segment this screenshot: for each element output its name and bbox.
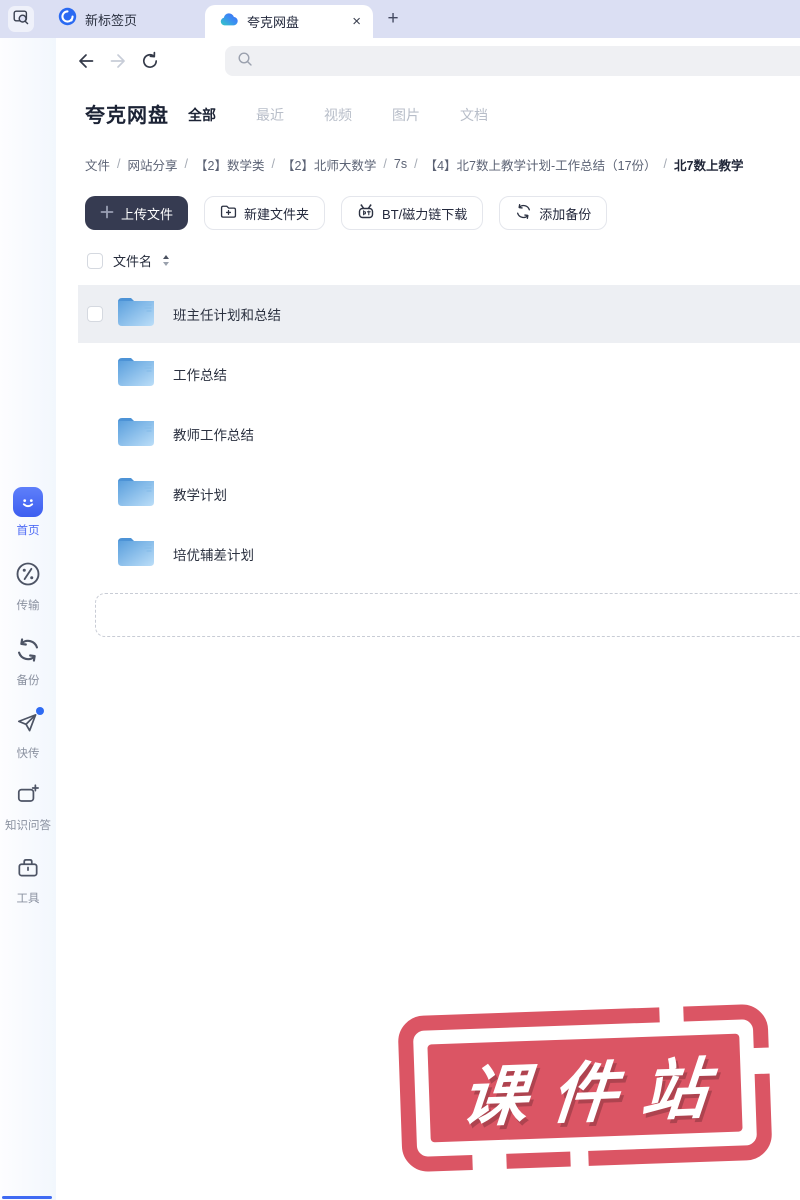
- app-sidebar: 首页 传输 备份 快传 知识问答 工具: [0, 38, 56, 1200]
- knowledge-icon: [15, 782, 41, 812]
- refresh-button[interactable]: [140, 51, 160, 71]
- folder-name: 教师工作总结: [173, 428, 254, 443]
- folder-row[interactable]: 工作总结: [78, 345, 800, 403]
- tab-video[interactable]: 视频: [324, 105, 352, 125]
- sidebar-item-label: 快传: [16, 748, 40, 760]
- folder-icon: [115, 294, 157, 335]
- folder-row[interactable]: 教师工作总结: [78, 405, 800, 463]
- breadcrumb-item[interactable]: 文件: [85, 155, 110, 173]
- breadcrumb-separator: /: [117, 157, 121, 171]
- new-folder-button[interactable]: 新建文件夹: [204, 196, 326, 230]
- toolbox-icon: [15, 855, 41, 885]
- sidebar-item-label: 备份: [16, 675, 40, 687]
- sidebar-item-label: 工具: [16, 893, 40, 905]
- upload-file-label: 上传文件: [121, 206, 174, 222]
- sidebar-item-knowledge-qa[interactable]: 知识问答: [0, 782, 56, 833]
- sidebar-item-label: 首页: [16, 525, 40, 537]
- breadcrumb-item[interactable]: 网站分享: [128, 155, 178, 173]
- folder-name: 班主任计划和总结: [173, 308, 281, 323]
- browser-tab-bar: 新标签页 夸克网盘 × +: [0, 0, 800, 38]
- cloud-drive-icon: [219, 12, 239, 32]
- tab-label: 夸克网盘: [247, 15, 300, 30]
- sidebar-item-label: 传输: [16, 600, 40, 612]
- new-folder-icon: [220, 204, 237, 222]
- notification-badge: [36, 707, 44, 715]
- breadcrumb-item[interactable]: 【2】数学类: [195, 155, 264, 173]
- address-search-bar[interactable]: [225, 46, 800, 76]
- drag-drop-zone[interactable]: [95, 593, 800, 637]
- sidebar-item-backup[interactable]: 备份: [0, 637, 56, 688]
- sort-icon[interactable]: [162, 254, 170, 267]
- breadcrumb-separator: /: [184, 157, 188, 171]
- folder-icon: [115, 534, 157, 575]
- bt-magnet-download-button[interactable]: BT/磁力链下载: [341, 196, 484, 230]
- forward-button[interactable]: [108, 51, 128, 71]
- folder-row[interactable]: 培优辅差计划: [78, 525, 800, 583]
- backup-sync-icon: [15, 637, 41, 667]
- bt-download-icon: [357, 203, 375, 223]
- plus-icon: [100, 205, 114, 222]
- tab-label: 新标签页: [85, 12, 138, 28]
- breadcrumb-separator: /: [383, 157, 387, 171]
- breadcrumb-item[interactable]: 7s: [394, 157, 407, 171]
- folder-name: 教学计划: [173, 488, 227, 503]
- action-toolbar: 上传文件 新建文件夹 BT/磁力链下载 添加备份: [85, 196, 608, 230]
- sidebar-item-label: 知识问答: [5, 820, 51, 832]
- breadcrumb-separator: /: [271, 157, 275, 171]
- add-backup-button[interactable]: 添加备份: [499, 196, 608, 230]
- file-list-header: 文件名: [87, 251, 170, 270]
- folder-icon: [115, 474, 157, 515]
- drive-main-panel: 夸克网盘 全部 最近 视频 图片 文档 文件 / 网站分享 / 【2】数学类 /…: [56, 84, 800, 1200]
- sidebar-item-home[interactable]: 首页: [0, 487, 56, 538]
- sidebar-item-tools[interactable]: 工具: [0, 855, 56, 906]
- browser-tab-quark-drive[interactable]: 夸克网盘 ×: [205, 5, 373, 38]
- folder-row[interactable]: 班主任计划和总结: [78, 285, 800, 343]
- home-smiley-icon: [13, 487, 43, 517]
- new-tab-button[interactable]: +: [380, 6, 406, 32]
- tab-search-icon: [13, 9, 29, 30]
- filename-column-header[interactable]: 文件名: [113, 251, 152, 270]
- sidebar-bottom-indicator: [2, 1196, 52, 1199]
- breadcrumb-separator: /: [414, 157, 418, 171]
- upload-file-button[interactable]: 上传文件: [85, 196, 189, 230]
- browser-toolbar: [56, 38, 800, 84]
- folder-row[interactable]: 教学计划: [78, 465, 800, 523]
- page-title: 夸克网盘: [85, 105, 169, 127]
- breadcrumb-item[interactable]: 【2】北师大数学: [282, 155, 376, 173]
- sidebar-item-quick-send[interactable]: 快传: [0, 707, 56, 761]
- back-button[interactable]: [76, 51, 96, 71]
- breadcrumb-separator: /: [663, 157, 668, 171]
- bt-download-label: BT/磁力链下载: [382, 206, 468, 222]
- transfer-icon: [14, 560, 42, 590]
- row-checkbox[interactable]: [87, 306, 103, 322]
- tab-image[interactable]: 图片: [392, 105, 420, 125]
- browser-tab-newtab[interactable]: 新标签页: [44, 0, 151, 38]
- tab-close-icon[interactable]: ×: [350, 12, 363, 31]
- sidebar-item-transfer[interactable]: 传输: [0, 560, 56, 613]
- select-all-checkbox[interactable]: [87, 252, 103, 269]
- quark-logo-icon: [58, 7, 77, 31]
- breadcrumb-current: 北7数上教学: [674, 158, 744, 173]
- new-folder-label: 新建文件夹: [244, 206, 310, 222]
- tab-recent[interactable]: 最近: [256, 105, 284, 125]
- paper-plane-icon: [15, 707, 44, 740]
- add-backup-label: 添加备份: [539, 206, 592, 222]
- tab-document[interactable]: 文档: [460, 105, 488, 125]
- search-icon: [237, 51, 253, 72]
- breadcrumb-item[interactable]: 【4】北7数上教学计划-工作总结（17份）: [425, 155, 657, 173]
- breadcrumb: 文件 / 网站分享 / 【2】数学类 / 【2】北师大数学 / 7s / 【4】…: [85, 155, 800, 173]
- tab-all[interactable]: 全部: [188, 105, 216, 125]
- tab-search-button[interactable]: [8, 6, 34, 32]
- sync-icon: [515, 203, 532, 223]
- folder-name: 培优辅差计划: [173, 548, 254, 563]
- quark-browser-window: 新标签页 夸克网盘 × + 首页 传输 备份 快传 知识问答 工具 夸克网盘 全…: [0, 0, 800, 1200]
- folder-icon: [115, 354, 157, 395]
- folder-name: 工作总结: [173, 368, 227, 383]
- folder-icon: [115, 414, 157, 455]
